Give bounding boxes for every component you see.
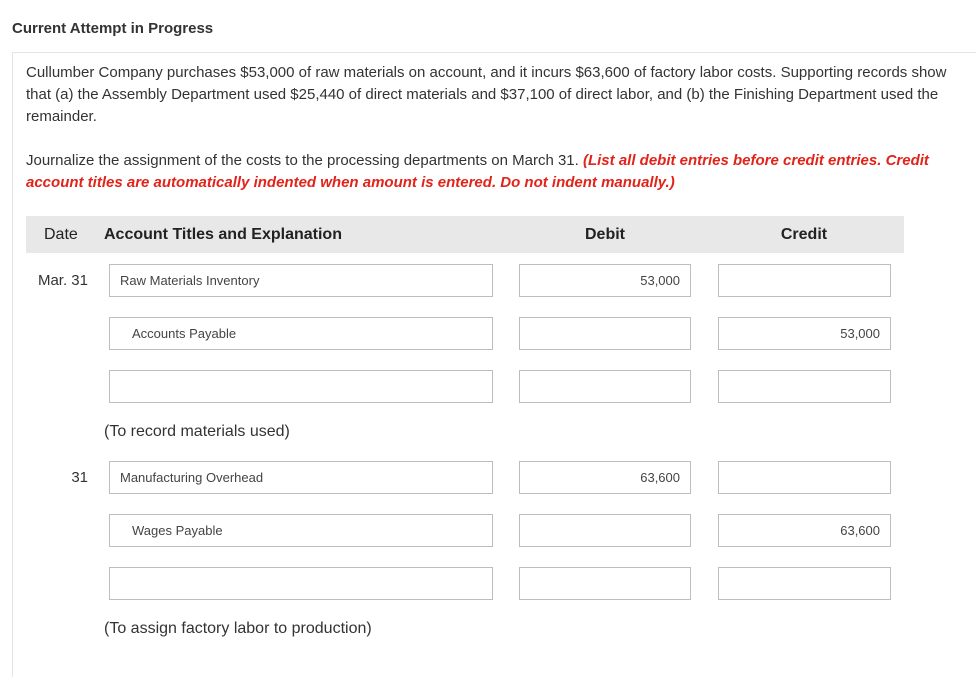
- entry-2-explanation: (To assign factory labor to production): [104, 620, 372, 637]
- entry-2-row-1-debit-field[interactable]: 63,600: [519, 461, 691, 494]
- entry-2-row-2-account-field[interactable]: Wages Payable: [109, 514, 493, 547]
- debit-column-header: Debit: [585, 226, 625, 243]
- entry-2-row-2-debit-field[interactable]: [519, 514, 691, 547]
- instructions-text: Journalize the assignment of the costs t…: [26, 152, 579, 169]
- instructions: Journalize the assignment of the costs t…: [26, 150, 936, 194]
- entry-2-row-3-account-field[interactable]: [109, 567, 493, 600]
- entry-1-row-1-account-field[interactable]: Raw Materials Inventory: [109, 264, 493, 297]
- entry-1-row-1-debit-field[interactable]: 53,000: [519, 264, 691, 297]
- page-header-title: Current Attempt in Progress: [12, 20, 214, 37]
- date-column-header: Date: [44, 226, 78, 243]
- entry-1-row-2-debit-field[interactable]: [519, 317, 691, 350]
- problem-statement: Cullumber Company purchases $53,000 of r…: [26, 64, 947, 125]
- entry-2-row-1-account-field[interactable]: Manufacturing Overhead: [109, 461, 493, 494]
- entry-1-row-2-credit-field[interactable]: 53,000: [718, 317, 891, 350]
- entry-1-row-2-account-field[interactable]: Accounts Payable: [109, 317, 493, 350]
- entry-2-row-2-credit-field[interactable]: 63,600: [718, 514, 891, 547]
- credit-column-header: Credit: [780, 226, 828, 243]
- entry-1-row-3-account-field[interactable]: [109, 370, 493, 403]
- entry-2-row-1-credit-field[interactable]: [718, 461, 891, 494]
- entry-1-row-3-credit-field[interactable]: [718, 370, 891, 403]
- journal-table-header: Date Account Titles and Explanation Debi…: [26, 216, 904, 253]
- account-column-header: Account Titles and Explanation: [104, 226, 342, 243]
- entry-1-row-1-credit-field[interactable]: [718, 264, 891, 297]
- entry-1-row-3-debit-field[interactable]: [519, 370, 691, 403]
- entry-2-row-3-credit-field[interactable]: [718, 567, 891, 600]
- entry-1-explanation: (To record materials used): [104, 423, 290, 440]
- entry-1-date: Mar. 31: [37, 272, 88, 289]
- entry-2-date: 31: [71, 469, 88, 486]
- entry-2-row-3-debit-field[interactable]: [519, 567, 691, 600]
